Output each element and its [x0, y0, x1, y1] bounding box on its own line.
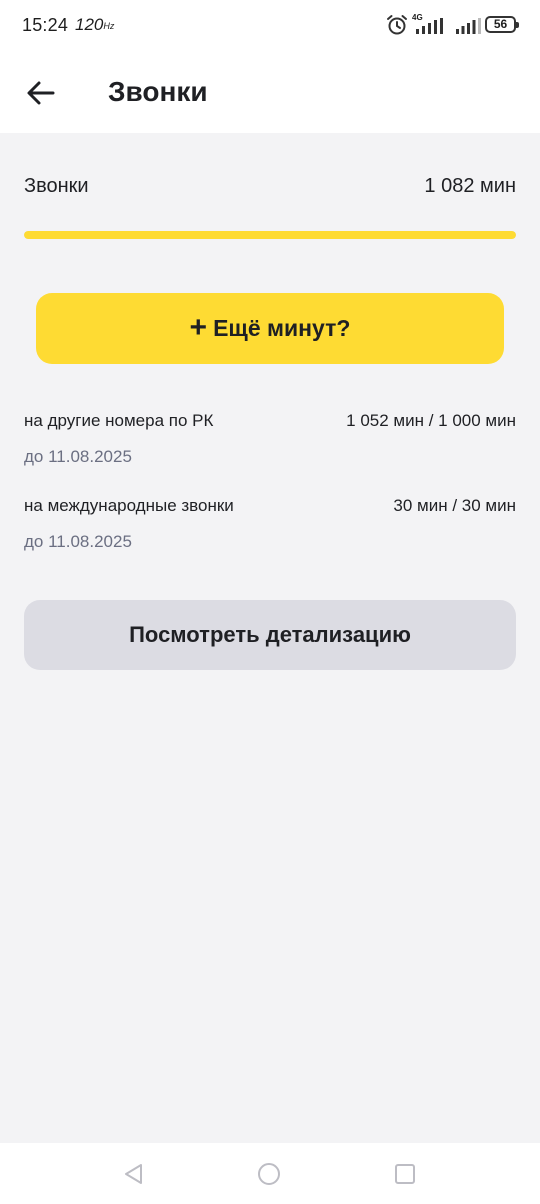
summary-value: 1 082 мин — [424, 175, 516, 197]
arrow-left-icon — [27, 81, 55, 105]
minutes-progress-bar — [24, 231, 516, 239]
battery-level: 56 — [493, 17, 508, 31]
package-item: на международные звонки 30 мин / 30 мин … — [24, 496, 516, 556]
package-item: на другие номера по РК 1 052 мин / 1 000… — [24, 411, 516, 471]
battery-icon: 56 — [485, 16, 519, 33]
status-bar: 15:24 120Hz 4G 56 — [0, 0, 540, 52]
signal-bars-icon — [456, 18, 481, 34]
plus-icon: + — [189, 310, 208, 344]
more-minutes-label: Ещё минут? — [213, 315, 351, 341]
minutes-progress-fill — [24, 231, 516, 239]
signal-bars-icon — [416, 18, 443, 34]
package-expiry: до 11.08.2025 — [24, 447, 132, 466]
page-title: Звонки — [108, 76, 208, 107]
package-usage: 1 052 мин / 1 000 мин — [346, 411, 516, 430]
summary-label: Звонки — [24, 175, 89, 197]
system-nav-bar — [0, 1143, 540, 1204]
square-recents-icon[interactable] — [392, 1161, 418, 1187]
refresh-rate-value: 120 — [75, 15, 104, 34]
more-minutes-button[interactable]: + Ещё минут? — [36, 293, 504, 364]
refresh-rate-unit: Hz — [103, 21, 115, 31]
app-header: Звонки — [0, 52, 540, 133]
view-details-button[interactable]: Посмотреть детализацию — [24, 600, 516, 670]
package-expiry: до 11.08.2025 — [24, 532, 132, 551]
back-button[interactable] — [16, 68, 66, 118]
package-usage: 30 мин / 30 мин — [393, 496, 516, 515]
main-content: Звонки 1 082 мин + Ещё минут? на другие … — [0, 133, 540, 1143]
refresh-rate: 120Hz — [75, 15, 114, 35]
status-time: 15:24 — [22, 15, 69, 35]
circle-home-icon[interactable] — [256, 1161, 282, 1187]
alarm-clock-icon — [387, 15, 407, 35]
package-name: на международные звонки — [24, 496, 234, 515]
package-name: на другие номера по РК — [24, 411, 214, 430]
triangle-back-icon[interactable] — [121, 1161, 147, 1187]
